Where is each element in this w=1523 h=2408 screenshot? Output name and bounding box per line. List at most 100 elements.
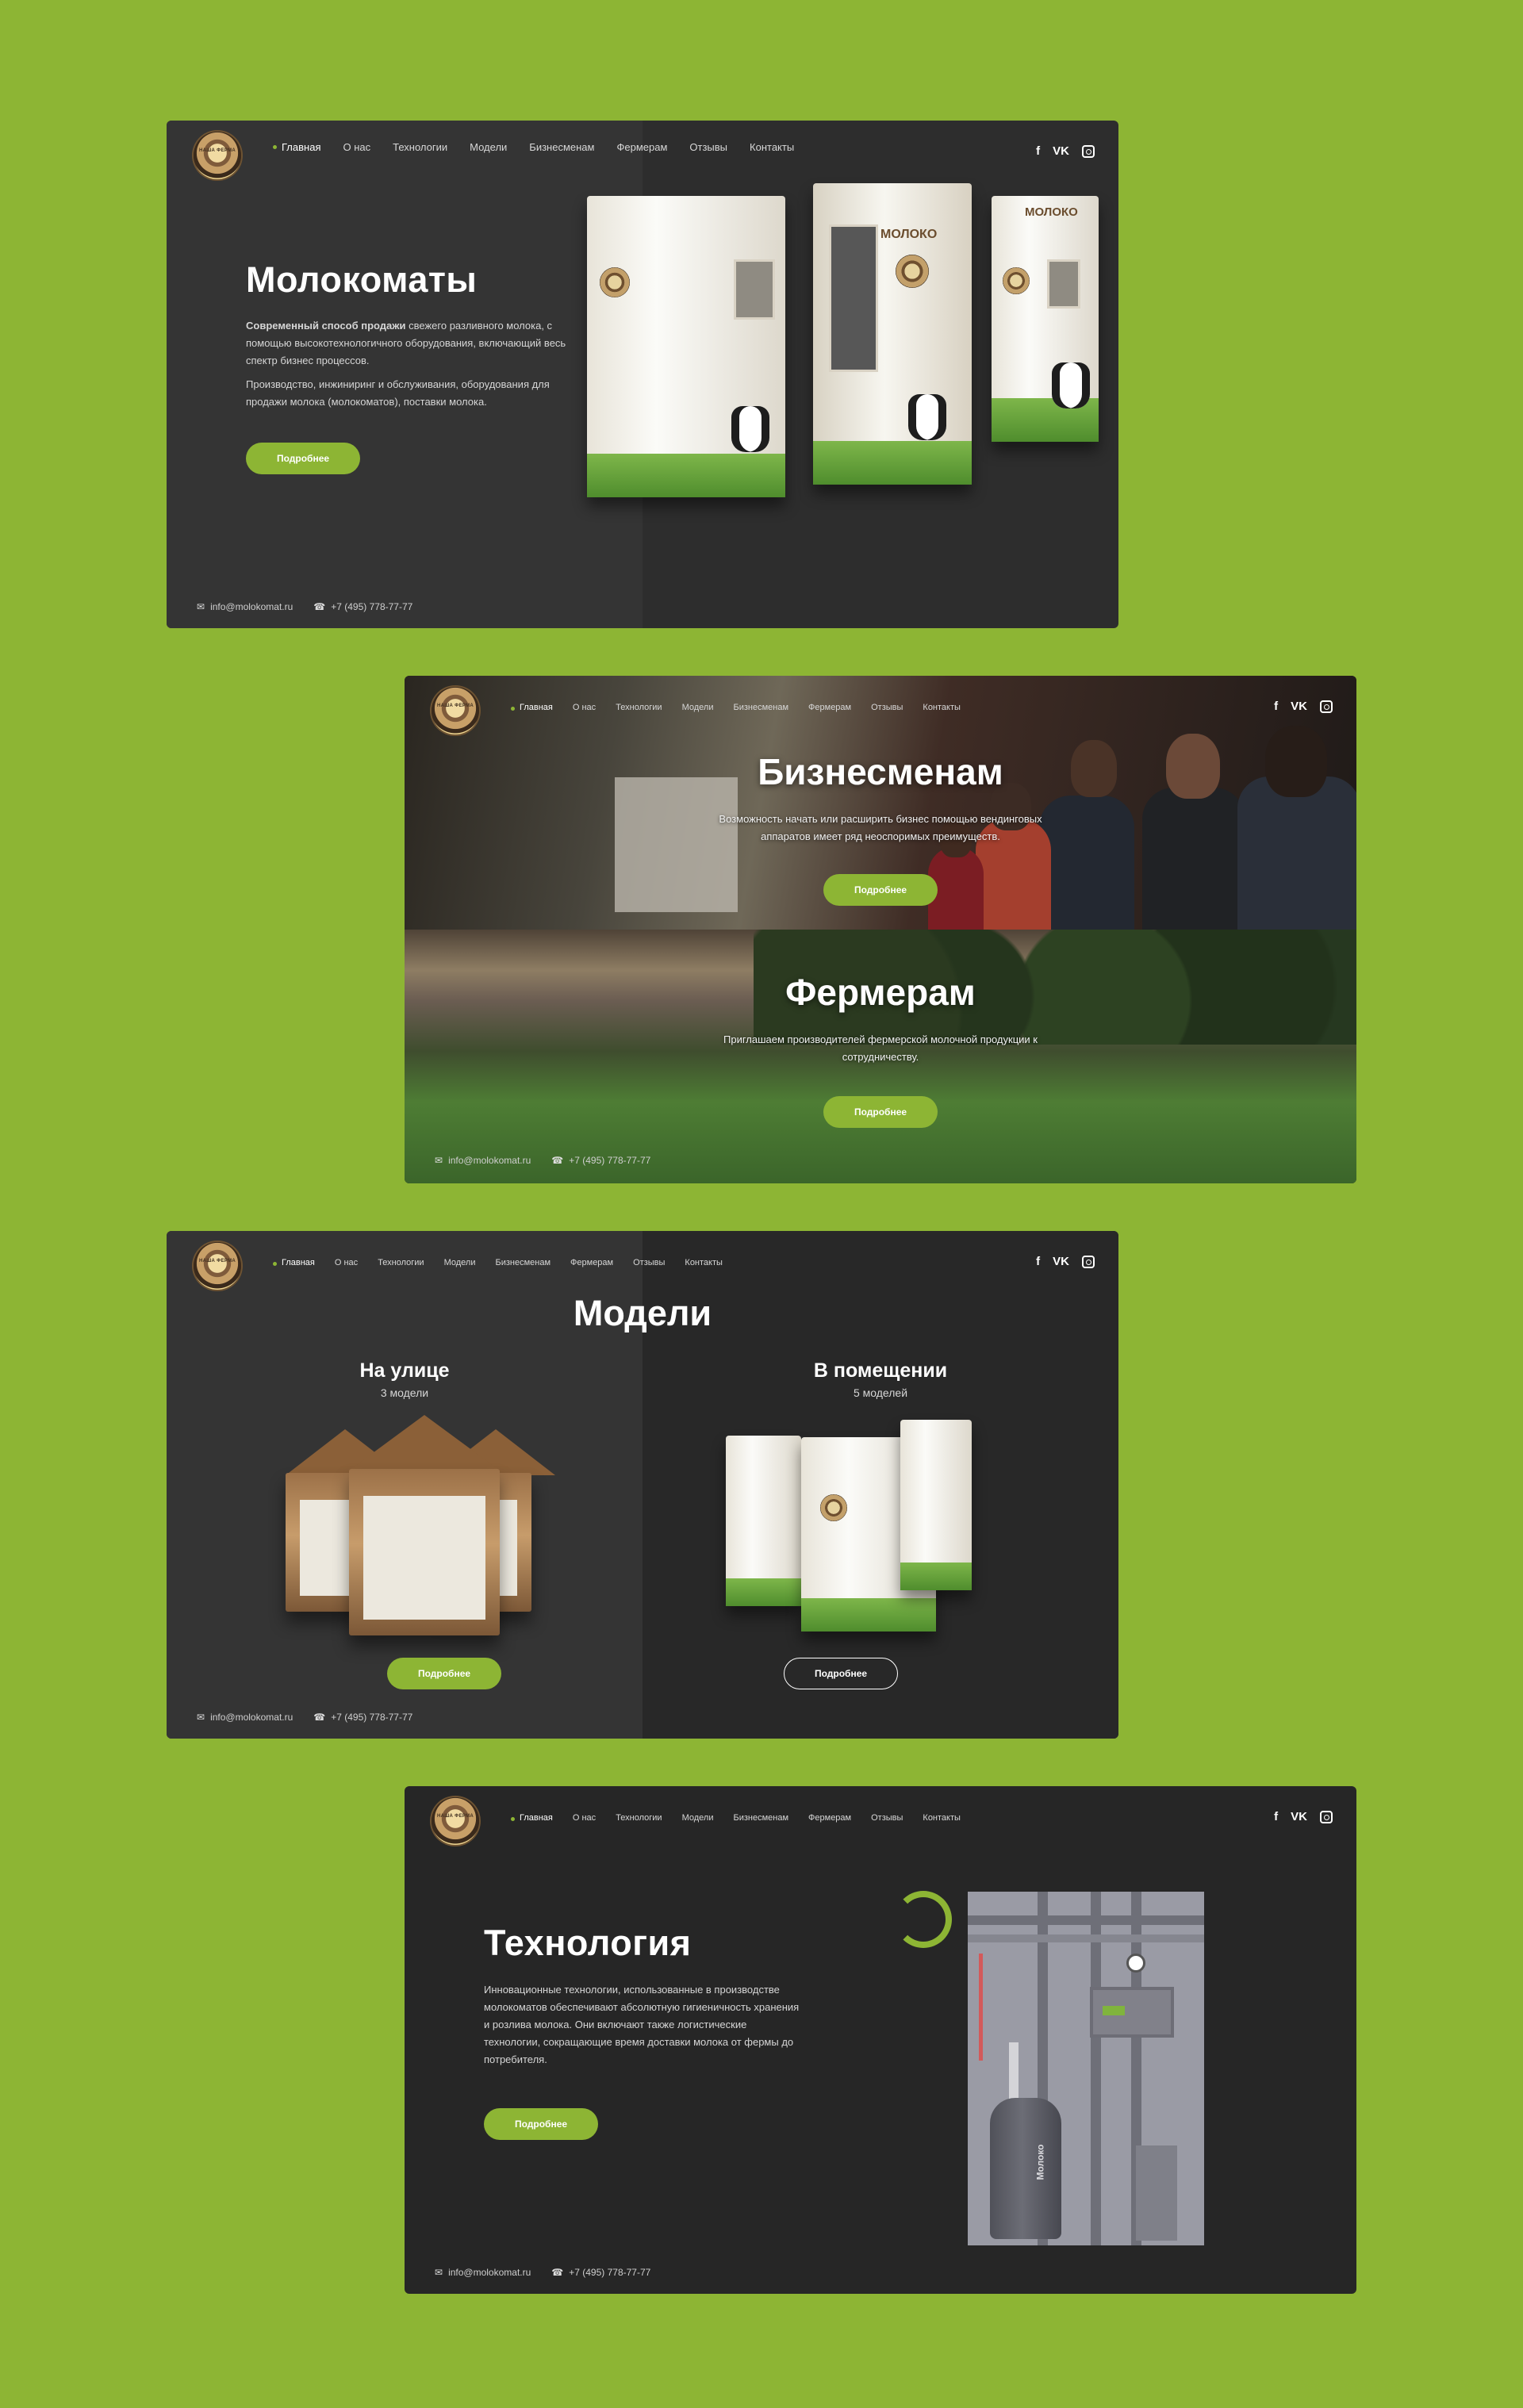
nav-models[interactable]: Модели [682, 1813, 714, 1823]
site-logo[interactable]: НАША ФЕРМА [432, 687, 479, 734]
vk-icon[interactable]: VK [1291, 700, 1307, 713]
nav-about[interactable]: О нас [335, 1258, 358, 1267]
nav-contacts[interactable]: Контакты [923, 703, 961, 712]
machine-right: МОЛОКО [992, 196, 1099, 442]
facebook-icon[interactable]: f [1036, 144, 1040, 158]
nav-reviews[interactable]: Отзывы [871, 703, 903, 712]
instagram-icon[interactable] [1320, 700, 1333, 713]
machine-medal [600, 267, 630, 297]
instagram-icon[interactable] [1082, 1256, 1095, 1268]
nav-farmers[interactable]: Фермерам [616, 141, 667, 153]
logo-text: НАША ФЕРМА [198, 148, 236, 153]
email-contact[interactable]: ✉ info@molokomat.ru [197, 601, 293, 612]
nav-models[interactable]: Модели [682, 703, 714, 712]
email-text: info@molokomat.ru [210, 1712, 293, 1723]
instagram-icon[interactable] [1082, 145, 1095, 158]
nav-contacts[interactable]: Контакты [923, 1813, 961, 1823]
outdoor-count: 3 модели [380, 1386, 429, 1399]
main-nav: Главная О нас Технологии Модели Бизнесме… [273, 141, 794, 153]
facebook-icon[interactable]: f [1036, 1255, 1040, 1268]
machine-medal [1003, 267, 1030, 294]
nav-farmers[interactable]: Фермерам [808, 703, 851, 712]
nav-tech[interactable]: Технологии [378, 1258, 424, 1267]
instagram-icon[interactable] [1320, 1811, 1333, 1823]
email-text: info@molokomat.ru [448, 1155, 531, 1166]
nav-about[interactable]: О нас [573, 1813, 596, 1823]
email-text: info@molokomat.ru [210, 601, 293, 612]
models-panel: НАША ФЕРМА Главная О нас Технологии Моде… [167, 1231, 1118, 1739]
nav-models[interactable]: Модели [470, 141, 507, 153]
business-title: Бизнесменам [758, 751, 1003, 792]
email-contact[interactable]: ✉ info@molokomat.ru [197, 1712, 293, 1723]
phone-icon: ☎ [313, 1712, 326, 1723]
site-logo[interactable]: НАША ФЕРМА [194, 132, 241, 179]
business-more-button[interactable]: Подробнее [823, 874, 938, 906]
email-contact[interactable]: ✉ info@molokomat.ru [435, 1155, 531, 1166]
cabin-roof [349, 1415, 500, 1470]
outdoor-title: На улице [359, 1359, 450, 1382]
phone-contact[interactable]: ☎ +7 (495) 778-77-77 [313, 601, 412, 612]
hero-title: Молокоматы [246, 259, 478, 300]
phone-icon: ☎ [313, 601, 326, 612]
logo-text: НАША ФЕРМА [436, 704, 474, 708]
hero-more-button[interactable]: Подробнее [246, 443, 360, 474]
nav-home[interactable]: Главная [511, 1813, 553, 1823]
technology-panel: НАША ФЕРМА Главная О нас Технологии Моде… [405, 1786, 1356, 2294]
mail-icon: ✉ [197, 1712, 205, 1723]
business-text: Возможность начать или расширить бизнес … [719, 813, 1042, 842]
machine-label-right: МОЛОКО [1025, 205, 1078, 219]
nav-reviews[interactable]: Отзывы [871, 1813, 903, 1823]
nav-contacts[interactable]: Контакты [685, 1258, 723, 1267]
social-links: f VK [1036, 144, 1095, 158]
phone-contact[interactable]: ☎ +7 (495) 778-77-77 [551, 2267, 650, 2278]
nav-contacts[interactable]: Контакты [750, 141, 794, 153]
nav-reviews[interactable]: Отзывы [633, 1258, 665, 1267]
nav-business[interactable]: Бизнесменам [733, 1813, 788, 1823]
nav-business[interactable]: Бизнесменам [495, 1258, 551, 1267]
contact-line: ✉ info@molokomat.ru ☎ +7 (495) 778-77-77 [435, 2267, 650, 2278]
nav-about[interactable]: О нас [343, 141, 370, 153]
phone-icon: ☎ [551, 2267, 564, 2278]
phone-text: +7 (495) 778-77-77 [569, 2267, 651, 2278]
hero-panel: НАША ФЕРМА Главная О нас Технологии Моде… [167, 121, 1118, 628]
email-text: info@molokomat.ru [448, 2267, 531, 2278]
hero-paragraph: Производство, инжиниринг и обслуживания,… [246, 378, 550, 408]
nav-home[interactable]: Главная [511, 703, 553, 712]
vk-icon[interactable]: VK [1053, 144, 1069, 158]
phone-contact[interactable]: ☎ +7 (495) 778-77-77 [551, 1155, 650, 1166]
nav-tech[interactable]: Технологии [616, 703, 662, 712]
nav-models[interactable]: Модели [444, 1258, 476, 1267]
farmers-more-button[interactable]: Подробнее [823, 1096, 938, 1128]
facebook-icon[interactable]: f [1274, 1810, 1278, 1823]
nav-home[interactable]: Главная [273, 1258, 315, 1267]
models-title: Модели [573, 1293, 712, 1333]
nav-tech[interactable]: Технологии [393, 141, 447, 153]
nav-farmers[interactable]: Фермерам [808, 1813, 851, 1823]
nav-home[interactable]: Главная [273, 141, 320, 153]
farm-photo: Фермерам Приглашаем производителей ферме… [405, 930, 1356, 1183]
nav-farmers[interactable]: Фермерам [570, 1258, 613, 1267]
main-nav: Главная О нас Технологии Модели Бизнесме… [511, 703, 961, 712]
indoor-machine [900, 1420, 972, 1590]
vk-icon[interactable]: VK [1291, 1810, 1307, 1823]
contact-line: ✉ info@molokomat.ru ☎ +7 (495) 778-77-77 [435, 1155, 650, 1166]
site-logo[interactable]: НАША ФЕРМА [432, 1797, 479, 1845]
site-logo[interactable]: НАША ФЕРМА [194, 1242, 241, 1290]
technology-text: Инновационные технологии, использованные… [484, 1984, 800, 2065]
farmers-title: Фермерам [785, 972, 976, 1013]
nav-business[interactable]: Бизнесменам [733, 703, 788, 712]
indoor-machine [726, 1436, 801, 1606]
phone-contact[interactable]: ☎ +7 (495) 778-77-77 [313, 1712, 412, 1723]
nav-tech[interactable]: Технологии [616, 1813, 662, 1823]
nav-business[interactable]: Бизнесменам [529, 141, 594, 153]
nav-about[interactable]: О нас [573, 703, 596, 712]
machine-field-art [813, 441, 972, 485]
vk-icon[interactable]: VK [1053, 1255, 1069, 1268]
outdoor-more-button[interactable]: Подробнее [387, 1658, 501, 1689]
technology-more-button[interactable]: Подробнее [484, 2108, 598, 2140]
facebook-icon[interactable]: f [1274, 700, 1278, 713]
indoor-more-button[interactable]: Подробнее [784, 1658, 898, 1689]
nav-reviews[interactable]: Отзывы [689, 141, 727, 153]
email-contact[interactable]: ✉ info@molokomat.ru [435, 2267, 531, 2278]
cow-art [1052, 362, 1090, 408]
